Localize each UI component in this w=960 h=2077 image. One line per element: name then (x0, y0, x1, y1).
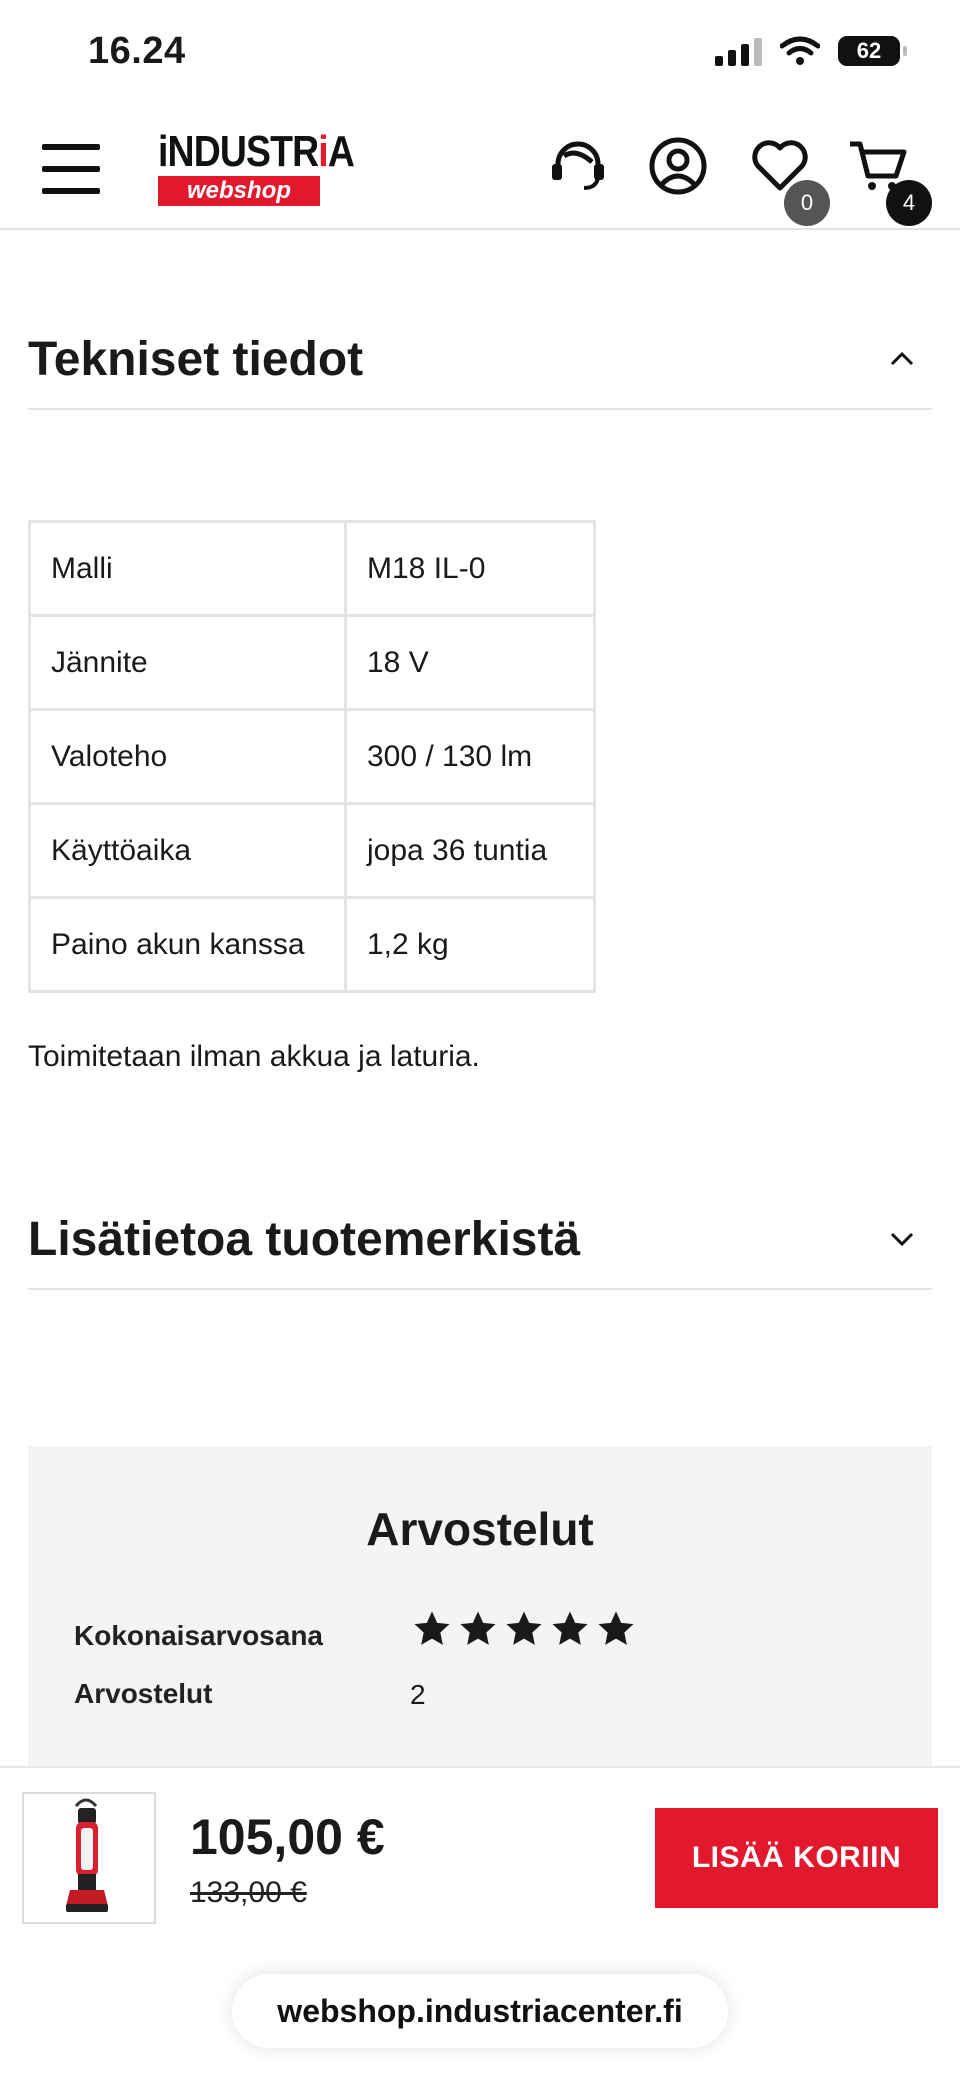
spec-value: jopa 36 tuntia (344, 802, 596, 899)
review-count-label: Arvostelut (74, 1678, 213, 1709)
menu-icon[interactable] (42, 144, 100, 194)
table-row: Jännite 18 V (28, 614, 596, 711)
tech-specs-title: Tekniset tiedot (28, 332, 364, 386)
original-price: 133,00 € (190, 1876, 307, 1909)
table-row: Paino akun kanssa 1,2 kg (28, 896, 596, 993)
table-row: Valoteho 300 / 130 lm (28, 708, 596, 805)
spec-table: Malli M18 IL-0 Jännite 18 V Valoteho 300 / … (28, 520, 596, 993)
reviews-panel: Arvostelut Kokonaisarvosana Arvostelut 2 (28, 1446, 932, 1766)
sticky-purchase-bar: 105,00 € 133,00 € LISÄÄ KORIIN webshop.i… (0, 1766, 960, 2077)
cart-count-badge: 4 (886, 180, 932, 226)
chevron-up-icon (890, 351, 914, 366)
spec-value: M18 IL-0 (344, 520, 596, 617)
add-to-cart-button[interactable]: LISÄÄ KORIIN (655, 1808, 938, 1908)
battery-icon: 62 (838, 36, 907, 66)
battery-level: 62 (856, 38, 882, 63)
browser-url-bar[interactable]: webshop.industriacenter.fi (232, 1974, 728, 2048)
star-icon (460, 1611, 496, 1645)
current-price: 105,00 € (190, 1809, 385, 1865)
delivery-note: Toimitetaan ilman akkua ja laturia. (28, 1040, 480, 1073)
site-header: iNDUSTRiA webshop 0 4 (0, 110, 960, 230)
brand-info-title: Lisätietoa tuotemerkistä (28, 1212, 581, 1266)
spec-key: Jännite (28, 614, 347, 711)
spec-key: Käyttöaika (28, 802, 347, 899)
signal-icon (715, 36, 762, 66)
overall-rating-label: Kokonaisarvosana (74, 1620, 323, 1651)
status-time: 16.24 (88, 30, 186, 72)
brand-info-header[interactable]: Lisätietoa tuotemerkistä (28, 1190, 932, 1290)
star-icon (598, 1611, 634, 1645)
support-headset-icon[interactable] (546, 134, 610, 198)
spec-value: 300 / 130 lm (344, 708, 596, 805)
table-row: Käyttöaika jopa 36 tuntia (28, 802, 596, 899)
star-icon (552, 1611, 588, 1645)
wishlist-count-badge: 0 (784, 180, 830, 226)
spec-key: Malli (28, 520, 347, 617)
review-count: 2 (410, 1679, 426, 1710)
spec-key: Paino akun kanssa (28, 896, 347, 993)
spec-key: Valoteho (28, 708, 347, 805)
industria-logo[interactable]: iNDUSTRiA webshop (158, 130, 355, 210)
tech-specs-header[interactable]: Tekniset tiedot (28, 310, 932, 410)
wifi-icon (780, 36, 820, 65)
reviews-title: Arvostelut (366, 1503, 594, 1555)
spec-value: 18 V (344, 614, 596, 711)
star-icon (414, 1611, 450, 1645)
rating-stars (412, 1609, 636, 1649)
status-bar: 16.24 62 (0, 0, 960, 110)
work-light-image (66, 1798, 108, 1912)
chevron-down-icon (890, 1232, 914, 1247)
status-icons: 62 (715, 36, 907, 66)
star-icon (506, 1611, 542, 1645)
table-row: Malli M18 IL-0 (28, 520, 596, 617)
product-thumbnail[interactable] (22, 1792, 156, 1924)
spec-value: 1,2 kg (344, 896, 596, 993)
user-account-icon[interactable] (646, 134, 710, 198)
